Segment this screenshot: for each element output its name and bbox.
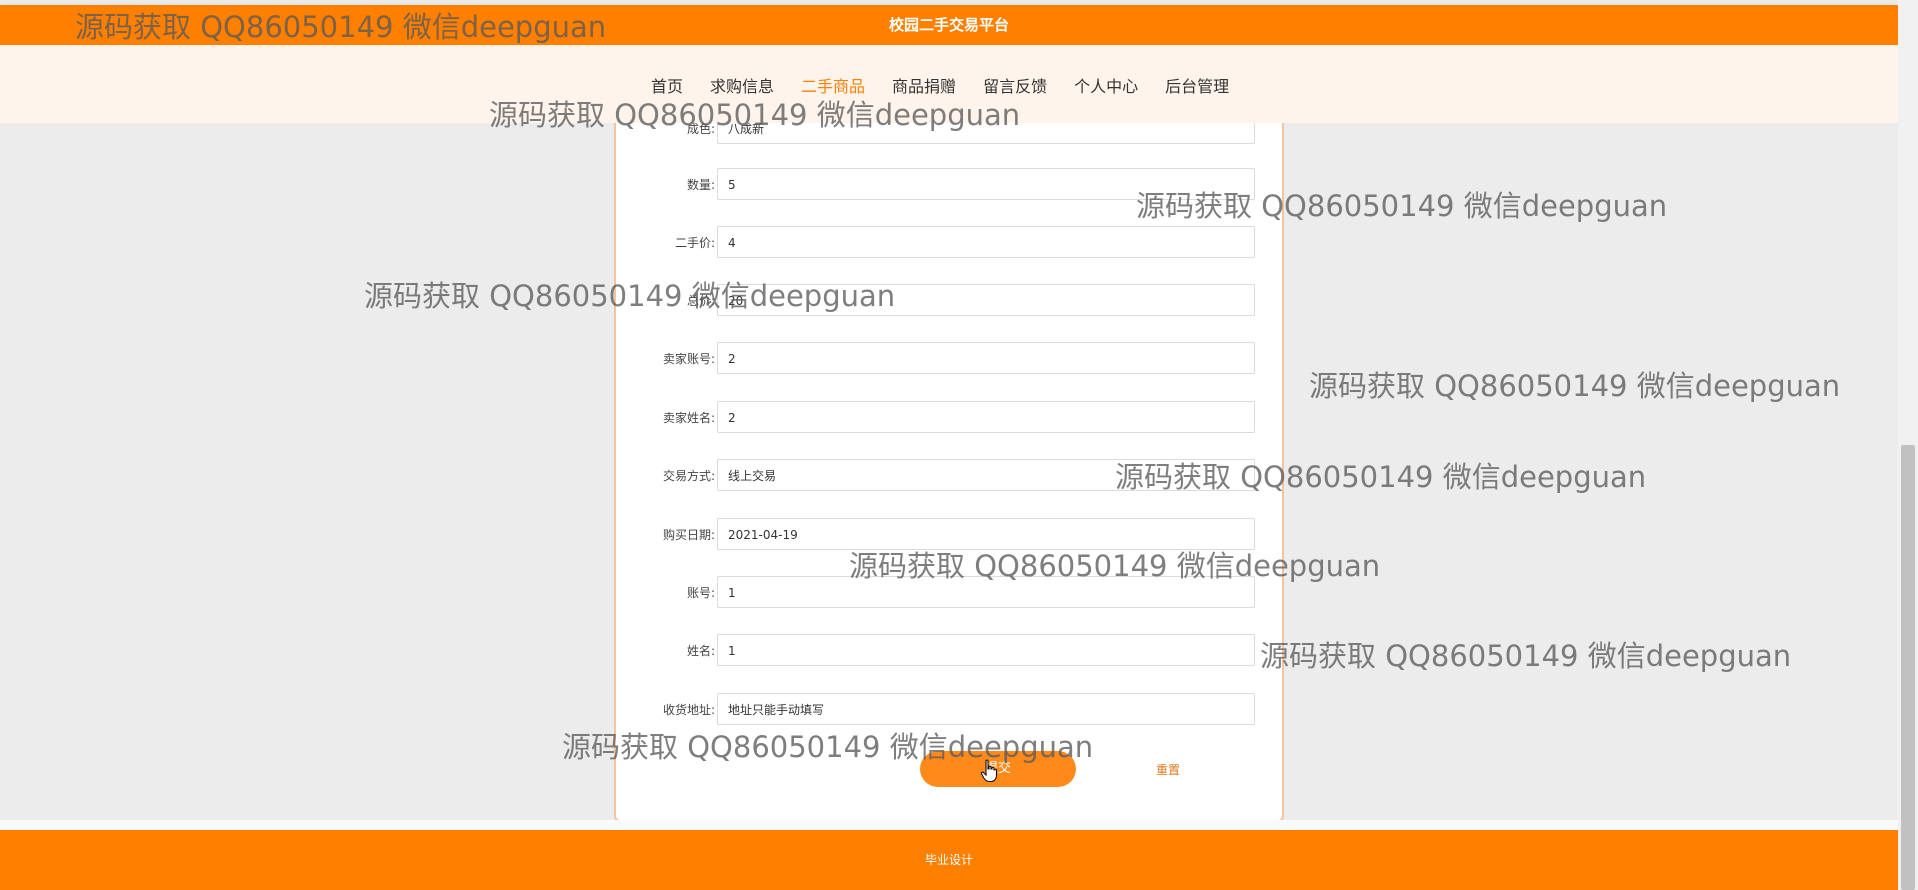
field-label: 数量: — [686, 178, 715, 192]
field-label: 总价: — [686, 294, 715, 308]
nav-item-home[interactable]: 首页 — [651, 73, 683, 97]
field-label: 收货地址: — [662, 703, 715, 717]
watermark-text: 源码获取 QQ86050149 微信deepguan — [1309, 369, 1841, 403]
form-row-name: 姓名: 1 — [616, 634, 1282, 668]
form-row-used-price: 二手价: 4 — [616, 226, 1282, 260]
nav-item-wanted[interactable]: 求购信息 — [710, 73, 774, 97]
site-title: 校园二手交易平台 — [888, 16, 1009, 34]
purchase-form-card: 成色: 八成新 数量: 5 二手价: 4 总价: 20 卖家账号: 2 卖家姓名… — [614, 123, 1284, 822]
form-row-quantity: 数量: 5 — [616, 168, 1282, 202]
top-header-bar: 校园二手交易平台 — [0, 5, 1898, 45]
condition-field[interactable]: 八成新 — [717, 123, 1255, 144]
submit-button[interactable]: 提交 — [920, 751, 1076, 787]
nav-item-donation[interactable]: 商品捐赠 — [892, 73, 956, 97]
total-price-field[interactable]: 20 — [717, 284, 1255, 316]
seller-name-field[interactable]: 2 — [717, 401, 1255, 433]
address-field[interactable]: 地址只能手动填写 — [717, 693, 1255, 725]
nav-item-feedback[interactable]: 留言反馈 — [983, 73, 1047, 97]
nav-item-secondhand[interactable]: 二手商品 — [801, 73, 865, 97]
nav-item-personal-center[interactable]: 个人中心 — [1074, 73, 1138, 97]
form-row-total-price: 总价: 20 — [616, 284, 1282, 318]
name-field[interactable]: 1 — [717, 634, 1255, 666]
hand-cursor-icon — [980, 759, 998, 783]
field-label: 姓名: — [686, 644, 715, 658]
form-row-trade-method: 交易方式: 线上交易 — [616, 459, 1282, 493]
form-row-seller-account: 卖家账号: 2 — [616, 342, 1282, 376]
field-label: 成色: — [686, 123, 715, 136]
form-row-account: 账号: 1 — [616, 576, 1282, 610]
field-label: 交易方式: — [662, 469, 715, 483]
quantity-field[interactable]: 5 — [717, 168, 1255, 200]
form-row-seller-name: 卖家姓名: 2 — [616, 401, 1282, 435]
field-label: 卖家账号: — [662, 352, 715, 366]
main-nav: 首页 求购信息 二手商品 商品捐赠 留言反馈 个人中心 后台管理 — [0, 45, 1898, 123]
watermark-text: 源码获取 QQ86050149 微信deepguan — [1260, 639, 1792, 673]
seller-account-field[interactable]: 2 — [717, 342, 1255, 374]
form-row-purchase-date: 购买日期: 2021-04-19 — [616, 518, 1282, 552]
page-scrollbar-thumb[interactable] — [1901, 445, 1915, 890]
field-label: 购买日期: — [662, 528, 715, 542]
used-price-field[interactable]: 4 — [717, 226, 1255, 258]
purchase-date-field[interactable]: 2021-04-19 — [717, 518, 1255, 550]
field-label: 卖家姓名: — [662, 411, 715, 425]
form-row-condition: 成色: 八成新 — [616, 123, 1282, 146]
footer-gap — [0, 820, 1898, 830]
field-label: 账号: — [686, 586, 715, 600]
page-footer: 毕业设计 — [0, 830, 1898, 890]
form-row-address: 收货地址: 地址只能手动填写 — [616, 693, 1282, 727]
trade-method-field[interactable]: 线上交易 — [717, 459, 1255, 491]
account-field[interactable]: 1 — [717, 576, 1255, 608]
nav-item-admin[interactable]: 后台管理 — [1165, 73, 1229, 97]
reset-button[interactable]: 重置 — [1156, 761, 1180, 778]
field-label: 二手价: — [674, 236, 715, 250]
